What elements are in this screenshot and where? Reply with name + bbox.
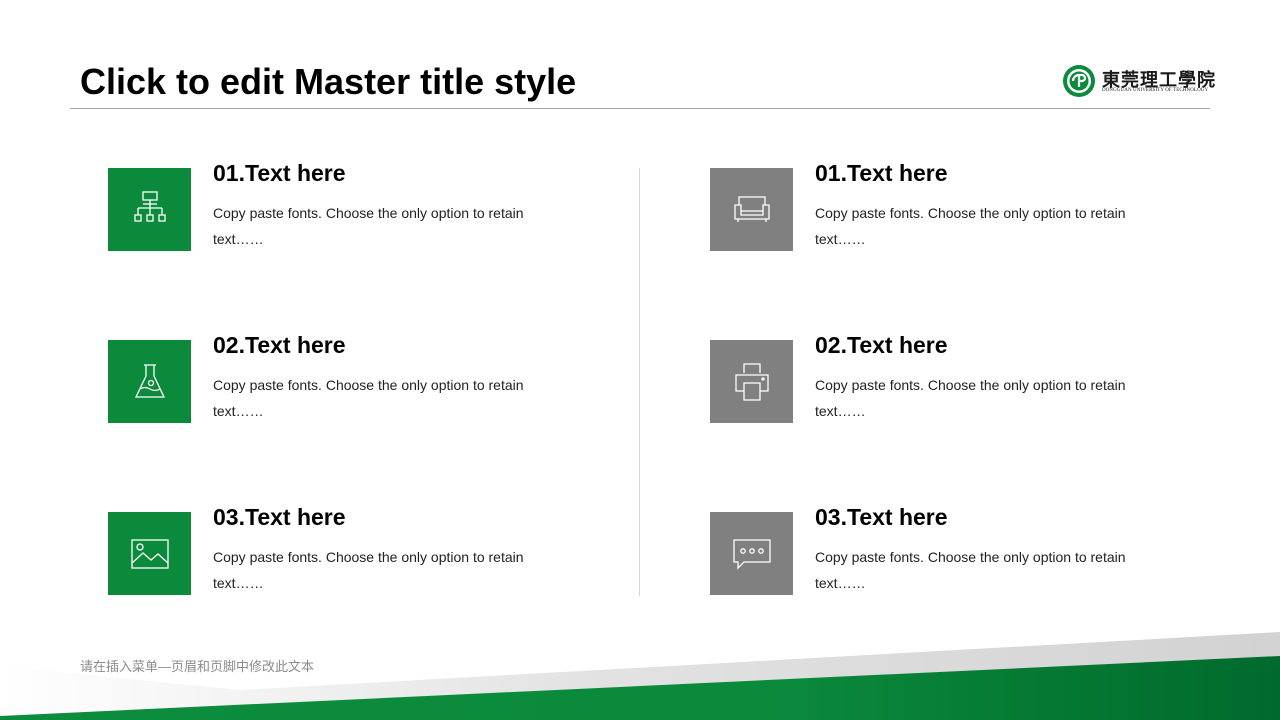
icon-tile — [108, 512, 191, 595]
item-description: Copy paste fonts. Choose the only option… — [815, 377, 1126, 419]
left-item-2: 02.Text here Copy paste fonts. Choose th… — [108, 332, 588, 424]
icon-tile — [710, 512, 793, 595]
left-item-3: 03.Text here Copy paste fonts. Choose th… — [108, 504, 588, 596]
flask-icon — [134, 363, 165, 398]
item-description: Copy paste fonts. Choose the only option… — [213, 377, 524, 419]
university-logo: 東莞理工學院 DONGGUAN UNIVERSITY OF TECHNOLOGY — [1062, 64, 1215, 100]
item-heading: 03.Text here — [213, 504, 346, 530]
printer-icon — [734, 362, 769, 401]
item-description: Copy paste fonts. Choose the only option… — [815, 549, 1126, 591]
logo-name-english: DONGGUAN UNIVERSITY OF TECHNOLOGY — [1102, 88, 1209, 93]
column-divider — [639, 168, 640, 596]
sofa-icon — [733, 195, 770, 222]
item-heading: 01.Text here — [815, 160, 948, 186]
image-icon — [130, 538, 169, 569]
bottom-decoration — [0, 632, 1280, 720]
left-item-1: 01.Text here Copy paste fonts. Choose th… — [108, 160, 588, 252]
university-emblem-icon — [1063, 65, 1095, 97]
icon-tile — [108, 168, 191, 251]
item-description: Copy paste fonts. Choose the only option… — [213, 549, 524, 591]
item-heading: 02.Text here — [815, 332, 948, 358]
title-underline — [70, 108, 1210, 109]
icon-tile — [710, 340, 793, 423]
icon-tile — [108, 340, 191, 423]
item-heading: 02.Text here — [213, 332, 346, 358]
right-item-1: 01.Text here Copy paste fonts. Choose th… — [710, 160, 1190, 252]
right-item-2: 02.Text here Copy paste fonts. Choose th… — [710, 332, 1190, 424]
item-description: Copy paste fonts. Choose the only option… — [815, 205, 1126, 247]
hierarchy-icon — [133, 190, 166, 222]
icon-tile — [710, 168, 793, 251]
item-heading: 03.Text here — [815, 504, 948, 530]
item-heading: 01.Text here — [213, 160, 346, 186]
slide-title[interactable]: Click to edit Master title style — [80, 60, 576, 104]
right-item-3: 03.Text here Copy paste fonts. Choose th… — [710, 504, 1190, 596]
item-description: Copy paste fonts. Choose the only option… — [213, 205, 524, 247]
chat-bubble-icon — [732, 538, 771, 570]
